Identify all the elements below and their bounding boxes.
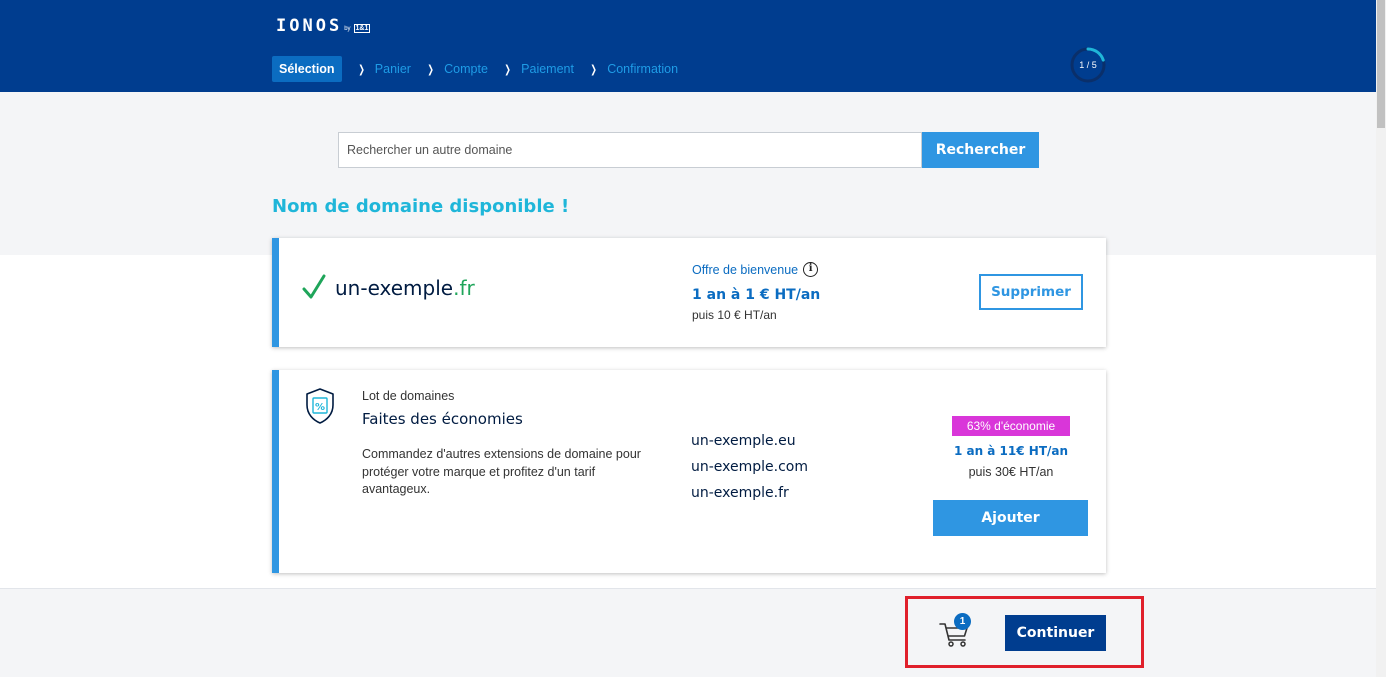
list-item: un-exemple.fr [691, 485, 789, 501]
step-cart[interactable]: Panier [375, 62, 411, 76]
continue-button[interactable]: Continuer [1005, 615, 1106, 651]
list-item: un-exemple.com [691, 459, 809, 475]
availability-title: Nom de domaine disponible ! [272, 196, 570, 217]
bundle-label: Lot de domaines [362, 389, 455, 403]
chevron-right-icon: ❯ [427, 62, 434, 76]
step-confirmation[interactable]: Confirmation [607, 62, 678, 76]
chevron-right-icon: ❯ [504, 62, 511, 76]
welcome-offer-label: Offre de bienvenue [692, 262, 799, 277]
chevron-right-icon: ❯ [357, 62, 365, 76]
header: IONOS by 1&1 Sélection ❯ Panier ❯ Compte… [0, 0, 1376, 92]
domain-card: un-exemple.fr Offre de bienvenue i 1 an … [272, 238, 1106, 347]
ionos-logo[interactable]: IONOS by 1&1 [276, 16, 371, 36]
bundle-price-then: puis 30€ HT/an [968, 465, 1054, 479]
cart-count-badge: 1 [954, 613, 971, 630]
search-area [0, 92, 1376, 255]
scrollbar-thumb[interactable] [1377, 0, 1385, 128]
logo-partner: 1&1 [353, 24, 371, 33]
domain-tld: .fr [453, 276, 475, 300]
savings-badge: 63% d'économie [952, 416, 1070, 436]
bundle-price: 1 an à 11€ HT/an [953, 444, 1069, 458]
step-selection[interactable]: Sélection [272, 56, 342, 82]
remove-button[interactable]: Supprimer [979, 274, 1083, 310]
list-item: un-exemple.eu [691, 433, 796, 449]
progress-ring: 1 / 5 [1070, 47, 1106, 83]
chevron-right-icon: ❯ [590, 62, 597, 76]
scrollbar[interactable] [1376, 0, 1386, 677]
domain-label: un-exemple [335, 276, 454, 300]
step-account[interactable]: Compte [444, 62, 488, 76]
bundle-card: % Lot de domaines Faites des économies C… [272, 370, 1106, 573]
bundle-description: Commandez d'autres extensions de domaine… [362, 447, 641, 496]
progress-label: 1 / 5 [1079, 60, 1097, 70]
domain-search-input[interactable] [338, 132, 922, 168]
info-icon[interactable]: i [803, 262, 819, 277]
svg-text:%: % [315, 402, 325, 413]
checkmark-icon [302, 274, 326, 299]
domain-name: un-exemple.fr [335, 276, 475, 300]
shield-percent-icon: % [306, 388, 334, 424]
bundle-domain-list: un-exemple.eu un-exemple.com un-exemple.… [691, 431, 808, 509]
step-payment[interactable]: Paiement [521, 62, 574, 76]
logo-text: IONOS [276, 16, 343, 36]
logo-by: by [344, 26, 351, 32]
checkout-steps: Sélection ❯ Panier ❯ Compte ❯ Paiement ❯… [272, 56, 678, 82]
bundle-title: Faites des économies [362, 410, 523, 428]
add-button[interactable]: Ajouter [933, 500, 1088, 536]
welcome-offer: Offre de bienvenue i [692, 262, 819, 277]
domain-price: 1 an à 1 € HT/an [692, 287, 821, 303]
search-button[interactable]: Rechercher [922, 132, 1039, 168]
footer-bar [0, 588, 1376, 677]
domain-price-then: puis 10 € HT/an [692, 308, 777, 322]
